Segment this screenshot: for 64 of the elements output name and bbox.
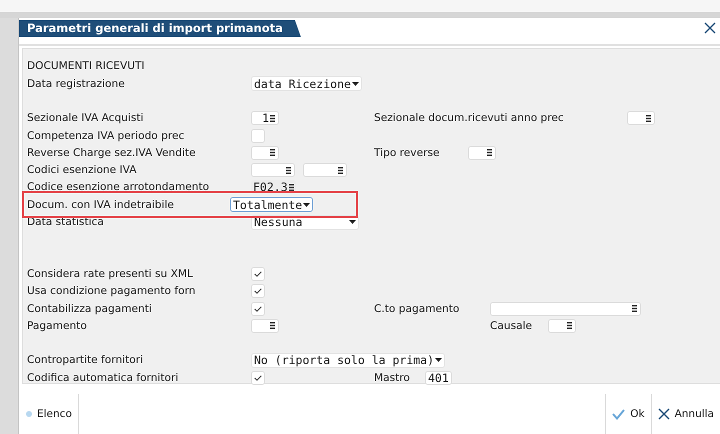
- checkbox[interactable]: [251, 370, 265, 385]
- caret-icon: [349, 220, 356, 224]
- lookup-field[interactable]: [468, 146, 496, 160]
- list-icon: [270, 322, 275, 330]
- field-label: Sezionale IVA Acquisti: [27, 112, 144, 124]
- list-icon: [567, 322, 572, 330]
- dropdown[interactable]: No (riporta solo la prima): [251, 352, 446, 368]
- lookup-field[interactable]: [251, 146, 279, 160]
- checkbox[interactable]: [251, 266, 265, 281]
- caret-icon: [435, 358, 442, 362]
- ok-button[interactable]: Ok: [605, 394, 651, 434]
- check-icon: [254, 306, 262, 312]
- check-icon: [254, 374, 262, 381]
- dropdown[interactable]: data Ricezione: [251, 76, 362, 92]
- dot-icon: [26, 411, 32, 417]
- list-icon: [288, 184, 294, 191]
- lookup-field[interactable]: [627, 111, 655, 126]
- number-field[interactable]: 401: [425, 370, 452, 385]
- checkbox[interactable]: [251, 302, 265, 316]
- field-label: Competenza IVA periodo prec: [27, 130, 186, 142]
- close-icon: [658, 408, 670, 420]
- field-label: Pagamento: [27, 320, 88, 332]
- field-label: Contabilizza pagamenti: [27, 302, 153, 314]
- lookup-field[interactable]: [548, 318, 576, 333]
- field-label: Codice esenzione arrotondamento: [27, 181, 210, 194]
- field-label: Considera rate presenti su XML: [27, 268, 194, 280]
- field-label: Data statistica: [27, 216, 105, 228]
- section-title: DOCUMENTI RICEVUTI: [27, 60, 145, 72]
- cancel-button[interactable]: Annulla: [650, 394, 720, 434]
- lookup-field[interactable]: [251, 318, 279, 333]
- lookup-field[interactable]: [490, 302, 641, 316]
- field-label: Usa condizione pagamento forn: [27, 285, 196, 298]
- list-icon: [270, 114, 275, 122]
- field-label: Data registrazione: [27, 78, 126, 90]
- caret-icon: [303, 202, 310, 207]
- lookup-field[interactable]: 1: [251, 111, 279, 126]
- lookup-field[interactable]: [303, 163, 347, 178]
- field-label: Codifica automatica fornitori: [27, 372, 180, 384]
- field-label: Contropartite fornitori: [27, 354, 144, 366]
- check-icon: [254, 270, 262, 277]
- field-label: Causale: [490, 320, 534, 332]
- list-icon: [338, 166, 343, 174]
- lookup-field[interactable]: [251, 163, 295, 178]
- list-button[interactable]: Elenco: [19, 394, 79, 434]
- list-icon: [646, 114, 651, 122]
- check-icon: [254, 288, 262, 294]
- check-icon: [612, 408, 626, 420]
- field-label: Mastro: [374, 372, 411, 384]
- dropdown[interactable]: Totalmente: [230, 197, 314, 212]
- checkbox[interactable]: [251, 128, 265, 143]
- list-icon: [286, 166, 291, 174]
- field-label: Codici esenzione IVA: [27, 164, 138, 176]
- field-label: Docum. con IVA indetraibile: [27, 198, 175, 211]
- field-label: Sezionale docum.ricevuti anno prec: [374, 112, 565, 124]
- caret-icon: [352, 82, 359, 86]
- close-icon[interactable]: [704, 22, 716, 34]
- list-icon: [632, 305, 637, 312]
- list-icon: [270, 149, 275, 156]
- field-label: Reverse Charge sez.IVA Vendite: [27, 146, 197, 159]
- field-label: Tipo reverse: [374, 146, 440, 159]
- checkbox[interactable]: [251, 284, 265, 298]
- window-title: Parametri generali di import primanota: [19, 20, 301, 37]
- field-label: C.to pagamento: [374, 302, 460, 314]
- list-icon: [487, 149, 492, 156]
